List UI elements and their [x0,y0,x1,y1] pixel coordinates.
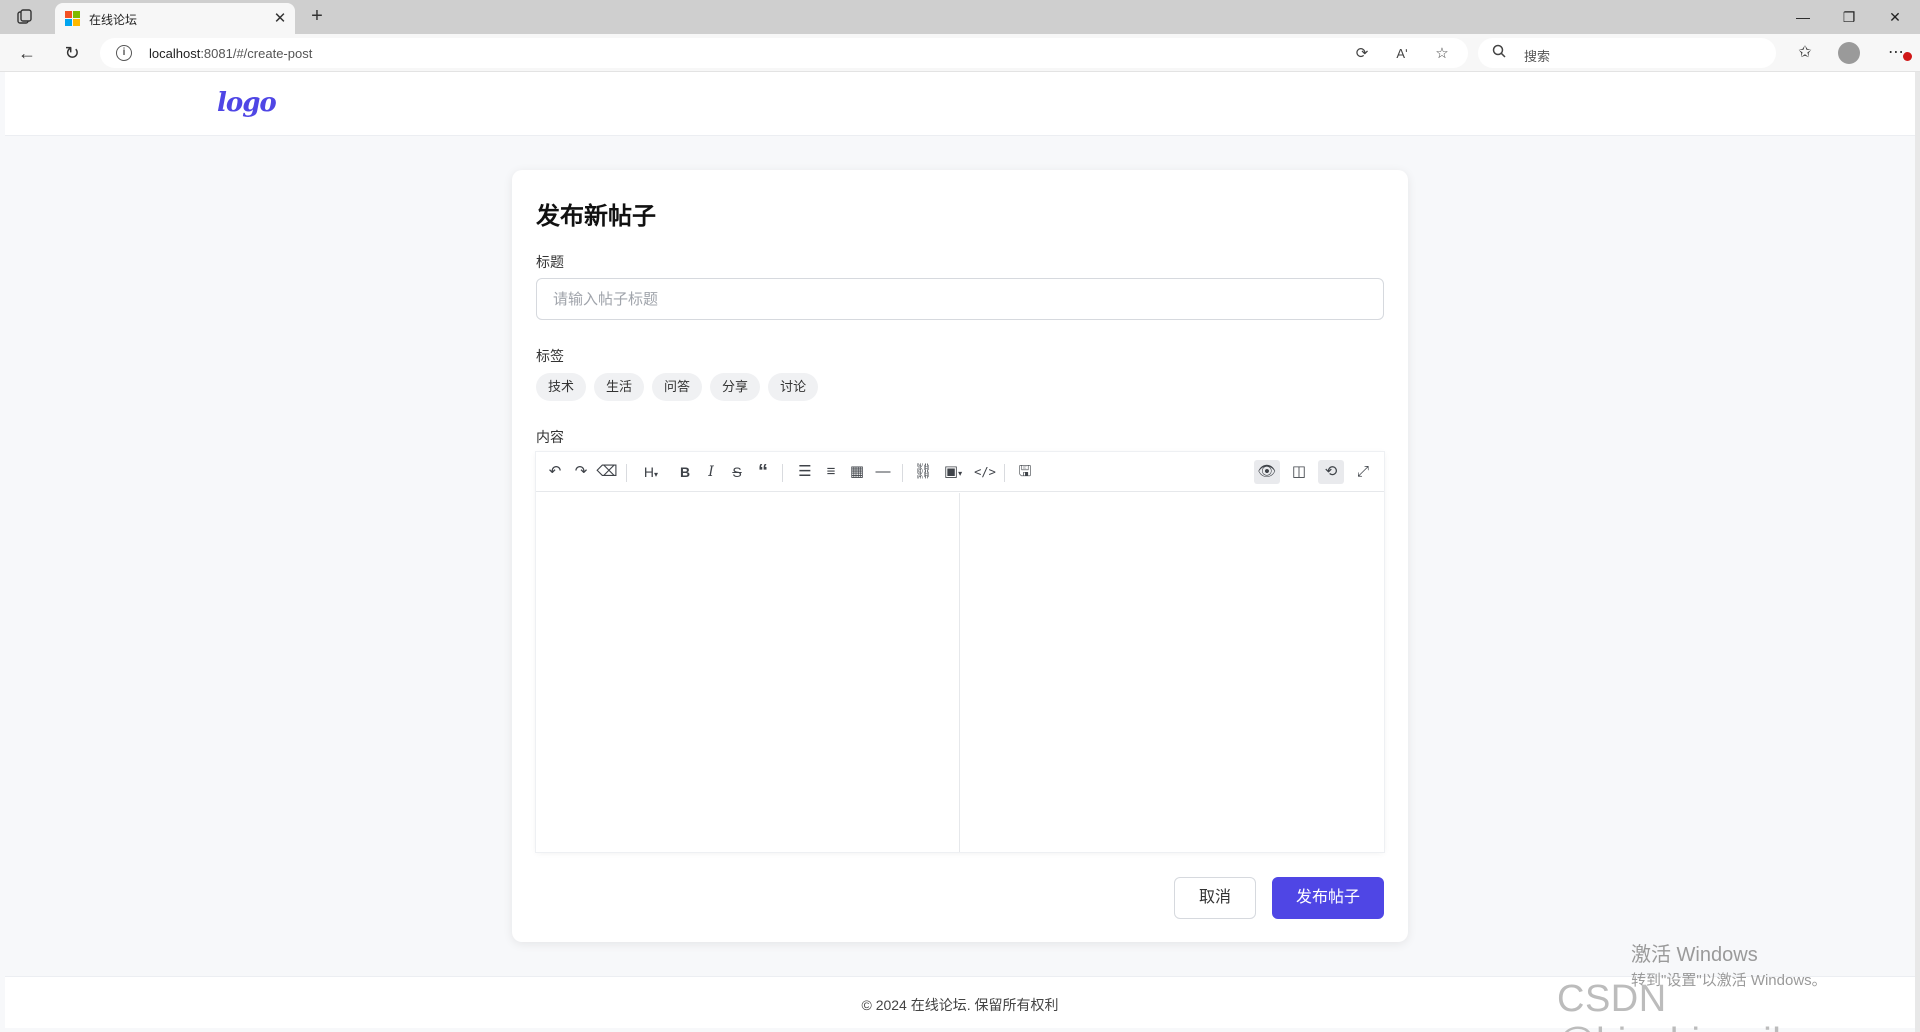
url-text[interactable]: localhost:8081/#/create-post [149,46,312,61]
close-window-button[interactable]: ✕ [1872,0,1918,34]
browser-tab-active[interactable]: 在线论坛 ✕ [55,3,295,34]
app-header: logo [5,72,1915,136]
back-button[interactable]: ← [15,41,39,65]
profile-avatar[interactable] [1838,42,1860,64]
catalog-icon[interactable]: ◫ [1286,460,1312,484]
bold-icon[interactable]: B [672,460,698,484]
toolbar-divider [1004,464,1005,482]
post-title-input[interactable] [536,278,1384,320]
submit-post-button[interactable]: 发布帖子 [1272,877,1384,919]
browser-tab-bar: 在线论坛 ✕ + — ❐ ✕ [0,0,1920,34]
tag-chip[interactable]: 讨论 [768,373,819,401]
toolbar-divider [902,464,903,482]
editor-toolbar: ↶ ↷ ⌫ H▾ B I S “ ☰ ≡ ▦ — ⛓ ▣▾ </> 🖫 👁 ◫ … [536,452,1384,492]
unordered-list-icon[interactable]: ☰ [792,460,818,484]
refresh-button[interactable]: ↻ [60,41,84,65]
microsoft-favicon-icon [65,11,80,26]
site-info-icon[interactable]: i [116,45,132,61]
create-post-card: 发布新帖子 标题 标签 技术 生活 问答 分享 讨论 内容 ↶ ↷ ⌫ H▾ B… [512,170,1408,942]
favorites-icon[interactable]: ✩ [1793,41,1817,65]
strikethrough-icon[interactable]: S [724,460,750,484]
cancel-button[interactable]: 取消 [1174,877,1256,919]
tag-chip[interactable]: 分享 [710,373,761,401]
table-icon[interactable]: ▦ [844,460,870,484]
address-bar[interactable]: i localhost:8081/#/create-post ⟳ Aʹ ☆ [100,38,1468,68]
tag-chip[interactable]: 生活 [594,373,645,401]
minimize-button[interactable]: — [1780,0,1826,34]
redo-icon[interactable]: ↷ [568,460,594,484]
editor-input-pane[interactable] [536,493,960,852]
horizontal-rule-icon[interactable]: — [870,460,896,484]
toolbar-divider [626,464,627,482]
fullscreen-icon[interactable]: ⤢ [1350,460,1376,484]
restore-button[interactable]: ❐ [1826,0,1872,34]
image-dropdown-icon[interactable]: ▣▾ [936,460,970,484]
tags-label: 标签 [536,348,564,364]
clear-eraser-icon[interactable]: ⌫ [594,460,620,484]
link-icon[interactable]: ⛓ [910,460,936,484]
title-label: 标题 [536,254,564,270]
notification-badge [1903,52,1912,61]
markdown-editor: ↶ ↷ ⌫ H▾ B I S “ ☰ ≡ ▦ — ⛓ ▣▾ </> 🖫 👁 ◫ … [536,452,1384,852]
browser-essentials-icon[interactable]: ⟳ [1352,44,1372,64]
activation-title: 激活 Windows [1631,944,1758,966]
page-title: 发布新帖子 [536,203,656,230]
heading-dropdown-icon[interactable]: H▾ [634,460,668,484]
quote-icon[interactable]: “ [750,460,776,484]
editor-preview-pane [961,493,1384,852]
tab-title: 在线论坛 [89,13,138,27]
code-icon[interactable]: </> [972,460,998,484]
sync-scroll-icon[interactable]: ⟲ [1318,460,1344,484]
preview-eye-icon[interactable]: 👁 [1254,460,1280,484]
browser-search-box[interactable]: 搜索 [1478,38,1776,68]
toolbar-divider [782,464,783,482]
tag-chip[interactable]: 问答 [652,373,703,401]
new-tab-button[interactable]: + [306,5,328,27]
search-icon [1492,44,1506,61]
favorite-star-icon[interactable]: ☆ [1432,44,1452,64]
address-bar-row: ← ↻ i localhost:8081/#/create-post ⟳ Aʹ … [0,34,1920,72]
csdn-watermark: CSDN @bingbingyihao [1557,978,1837,1032]
read-aloud-icon[interactable]: Aʹ [1392,44,1412,64]
tag-chip[interactable]: 技术 [536,373,587,401]
content-label: 内容 [536,429,564,445]
undo-icon[interactable]: ↶ [542,460,568,484]
site-logo[interactable]: logo [217,88,277,118]
tab-actions-icon[interactable] [14,6,36,28]
ordered-list-icon[interactable]: ≡ [818,460,844,484]
tab-close-icon[interactable]: ✕ [271,10,289,28]
save-icon[interactable]: 🖫 [1012,460,1038,484]
tag-list: 技术 生活 问答 分享 讨论 [536,373,819,401]
italic-icon[interactable]: I [698,460,724,484]
search-placeholder: 搜索 [1524,49,1551,64]
page-scrollbar[interactable] [1915,72,1920,1032]
